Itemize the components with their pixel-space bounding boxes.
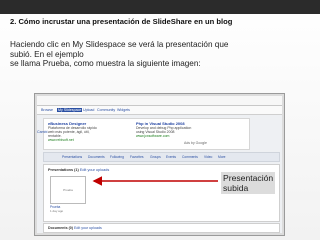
callout-line-2: subida (223, 183, 249, 193)
callout-line-1: Presentación (223, 173, 274, 183)
slide: 2. Cómo incrustar una presentación de Sl… (0, 0, 320, 240)
callout-arrow (92, 176, 218, 186)
callout-label: Presentación subida (221, 172, 276, 194)
